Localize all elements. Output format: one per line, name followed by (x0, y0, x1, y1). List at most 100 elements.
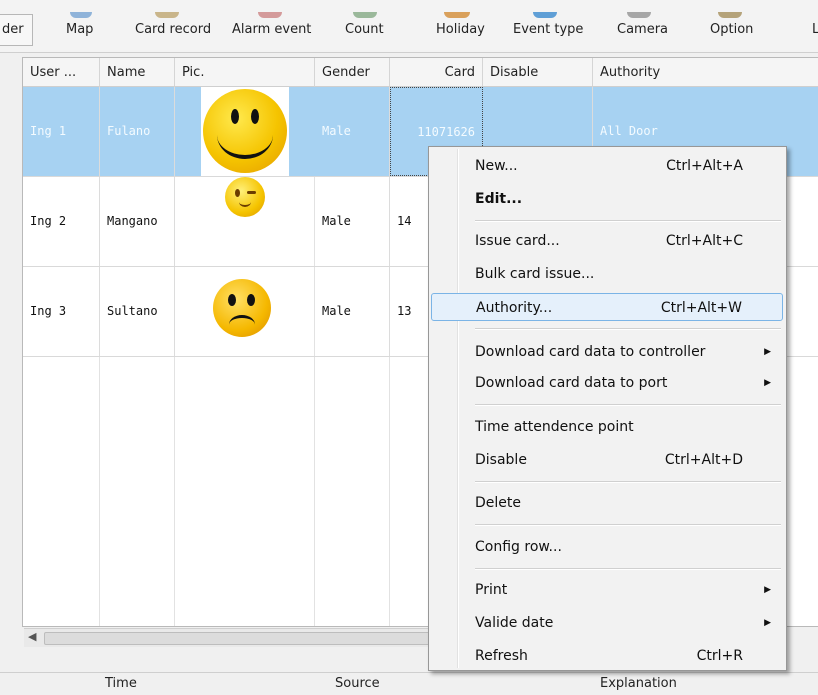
menu-separator (475, 328, 781, 330)
menu-item-label: Download card data to port (475, 375, 668, 391)
menu-item-issue-card[interactable]: Issue card... Ctrl+Alt+C (431, 227, 783, 255)
column-header-disable[interactable]: Disable (483, 58, 593, 87)
menu-item-label: Bulk card issue... (475, 266, 595, 282)
face-mouth (229, 315, 255, 334)
toolbar-tab-label: Option (710, 22, 754, 37)
menu-item-bulk-card-issue[interactable]: Bulk card issue... (431, 260, 783, 288)
cell-user[interactable]: Ing 2 (23, 177, 100, 266)
menu-item-time-attendence-point[interactable]: Time attendence point (431, 413, 783, 441)
menu-item-label: Edit... (475, 191, 523, 207)
menu-item-disable[interactable]: Disable Ctrl+Alt+D (431, 446, 783, 474)
menu-item-label: Delete (475, 495, 521, 511)
alarm-event-icon (258, 12, 282, 18)
sad-face-icon (213, 279, 271, 337)
menu-item-print[interactable]: Print ▶ (431, 576, 783, 604)
column-header-gender[interactable]: Gender (315, 58, 390, 87)
menu-item-label: Print (475, 582, 508, 598)
column-header-pic[interactable]: Pic. (175, 58, 315, 87)
menu-item-delete[interactable]: Delete (431, 489, 783, 517)
cell-name[interactable]: Fulano (100, 87, 175, 176)
toolbar-tab-label: der (2, 22, 24, 37)
face-eye (228, 294, 236, 306)
face-mouth (239, 197, 251, 207)
face-wink (247, 191, 256, 194)
menu-item-authority[interactable]: Authority... Ctrl+Alt+W (431, 293, 783, 321)
column-header-card[interactable]: Card (390, 58, 483, 87)
menu-item-label: Download card data to controller (475, 344, 706, 360)
column-header-name[interactable]: Name (100, 58, 175, 87)
cell-gender[interactable]: Male (315, 267, 390, 356)
submenu-arrow-icon: ▶ (764, 618, 771, 628)
menu-item-shortcut: Ctrl+Alt+A (666, 158, 743, 174)
toolbar-tab-alarm-event[interactable]: Alarm event (232, 12, 312, 37)
cell-user[interactable]: Ing 1 (23, 87, 100, 176)
menu-item-shortcut: Ctrl+Alt+D (664, 452, 743, 468)
menu-item-shortcut: Ctrl+Alt+C (665, 233, 743, 249)
toolbar-tab-event-type[interactable]: Event type (513, 12, 584, 37)
cell-gender[interactable]: Male (315, 87, 390, 176)
toolbar-tab-label: Holiday (436, 22, 485, 37)
cell-pic[interactable] (175, 177, 315, 266)
toolbar-tab-label: Card record (135, 22, 212, 37)
cell-name[interactable]: Mangano (100, 177, 175, 266)
menu-item-label: Disable (475, 452, 527, 468)
toolbar-tab-card-record[interactable]: Card record (135, 12, 212, 37)
toolbar-tab-overflow[interactable]: L (812, 22, 818, 37)
menu-item-label: Time attendence point (475, 419, 634, 435)
menu-item-label: Authority... (476, 300, 553, 316)
menu-item-config-row[interactable]: Config row... (431, 533, 783, 561)
toolbar-tab-label: Camera (617, 22, 669, 37)
menu-item-label: Valide date (475, 615, 554, 631)
menu-item-new[interactable]: New... Ctrl+Alt+A (431, 152, 783, 180)
face-eye (247, 294, 255, 306)
menu-item-valide-date[interactable]: Valide date ▶ (431, 609, 783, 637)
map-icon (70, 12, 92, 18)
column-header-source[interactable]: Source (335, 676, 380, 691)
scrollbar-thumb[interactable] (44, 632, 442, 645)
toolbar-tab-count[interactable]: Count (345, 12, 384, 37)
toolbar-tab-label: Alarm event (232, 22, 312, 37)
cell-user[interactable]: Ing 3 (23, 267, 100, 356)
holiday-icon (444, 12, 470, 18)
toolbar-tab-map[interactable]: Map (66, 12, 94, 37)
cell-gender[interactable]: Male (315, 177, 390, 266)
toolbar-tab-reader[interactable]: der (0, 14, 33, 46)
winking-face-icon (225, 177, 265, 217)
face-mouth (217, 111, 273, 159)
menu-item-label: New... (475, 158, 518, 174)
event-log-header: Time Source Explanation (0, 672, 818, 695)
menu-item-download-to-controller[interactable]: Download card data to controller ▶ (431, 338, 783, 366)
toolbar-tab-label: Map (66, 22, 94, 37)
menu-item-edit[interactable]: Edit... (431, 185, 783, 213)
toolbar-tab-camera[interactable]: Camera (617, 12, 669, 37)
toolbar-tab-option[interactable]: Option (710, 12, 754, 37)
menu-item-refresh[interactable]: Refresh Ctrl+R (431, 642, 783, 670)
camera-icon (627, 12, 651, 18)
submenu-arrow-icon: ▶ (764, 378, 771, 388)
smiley-face-icon (203, 89, 287, 173)
cell-pic[interactable] (175, 87, 315, 176)
menu-separator (475, 481, 781, 483)
menu-item-label: Issue card... (475, 233, 560, 249)
event-type-icon (533, 12, 557, 18)
cell-name[interactable]: Sultano (100, 267, 175, 356)
menu-item-shortcut: Ctrl+Alt+W (660, 300, 742, 316)
submenu-arrow-icon: ▶ (764, 585, 771, 595)
column-header-time[interactable]: Time (105, 676, 137, 691)
context-menu: New... Ctrl+Alt+A Edit... Issue card... Ct… (428, 146, 787, 671)
scroll-left-icon[interactable]: ◀ (28, 630, 36, 643)
cell-pic[interactable] (175, 267, 315, 356)
menu-item-download-to-port[interactable]: Download card data to port ▶ (431, 369, 783, 397)
toolbar-tab-label: Count (345, 22, 384, 37)
card-record-icon (155, 12, 179, 18)
toolbar-tab-holiday[interactable]: Holiday (436, 12, 485, 37)
column-header-user[interactable]: User ... (23, 58, 100, 87)
toolbar-tab-label: Event type (513, 22, 584, 37)
horizontal-scrollbar[interactable]: ◀ (24, 628, 444, 647)
menu-separator (475, 524, 781, 526)
column-header-explanation[interactable]: Explanation (600, 676, 677, 691)
submenu-arrow-icon: ▶ (764, 347, 771, 357)
toolbar: der Map Card record Alarm event Count Ho… (0, 0, 818, 53)
column-header-authority[interactable]: Authority (593, 58, 818, 87)
menu-item-label: Refresh (475, 648, 528, 664)
